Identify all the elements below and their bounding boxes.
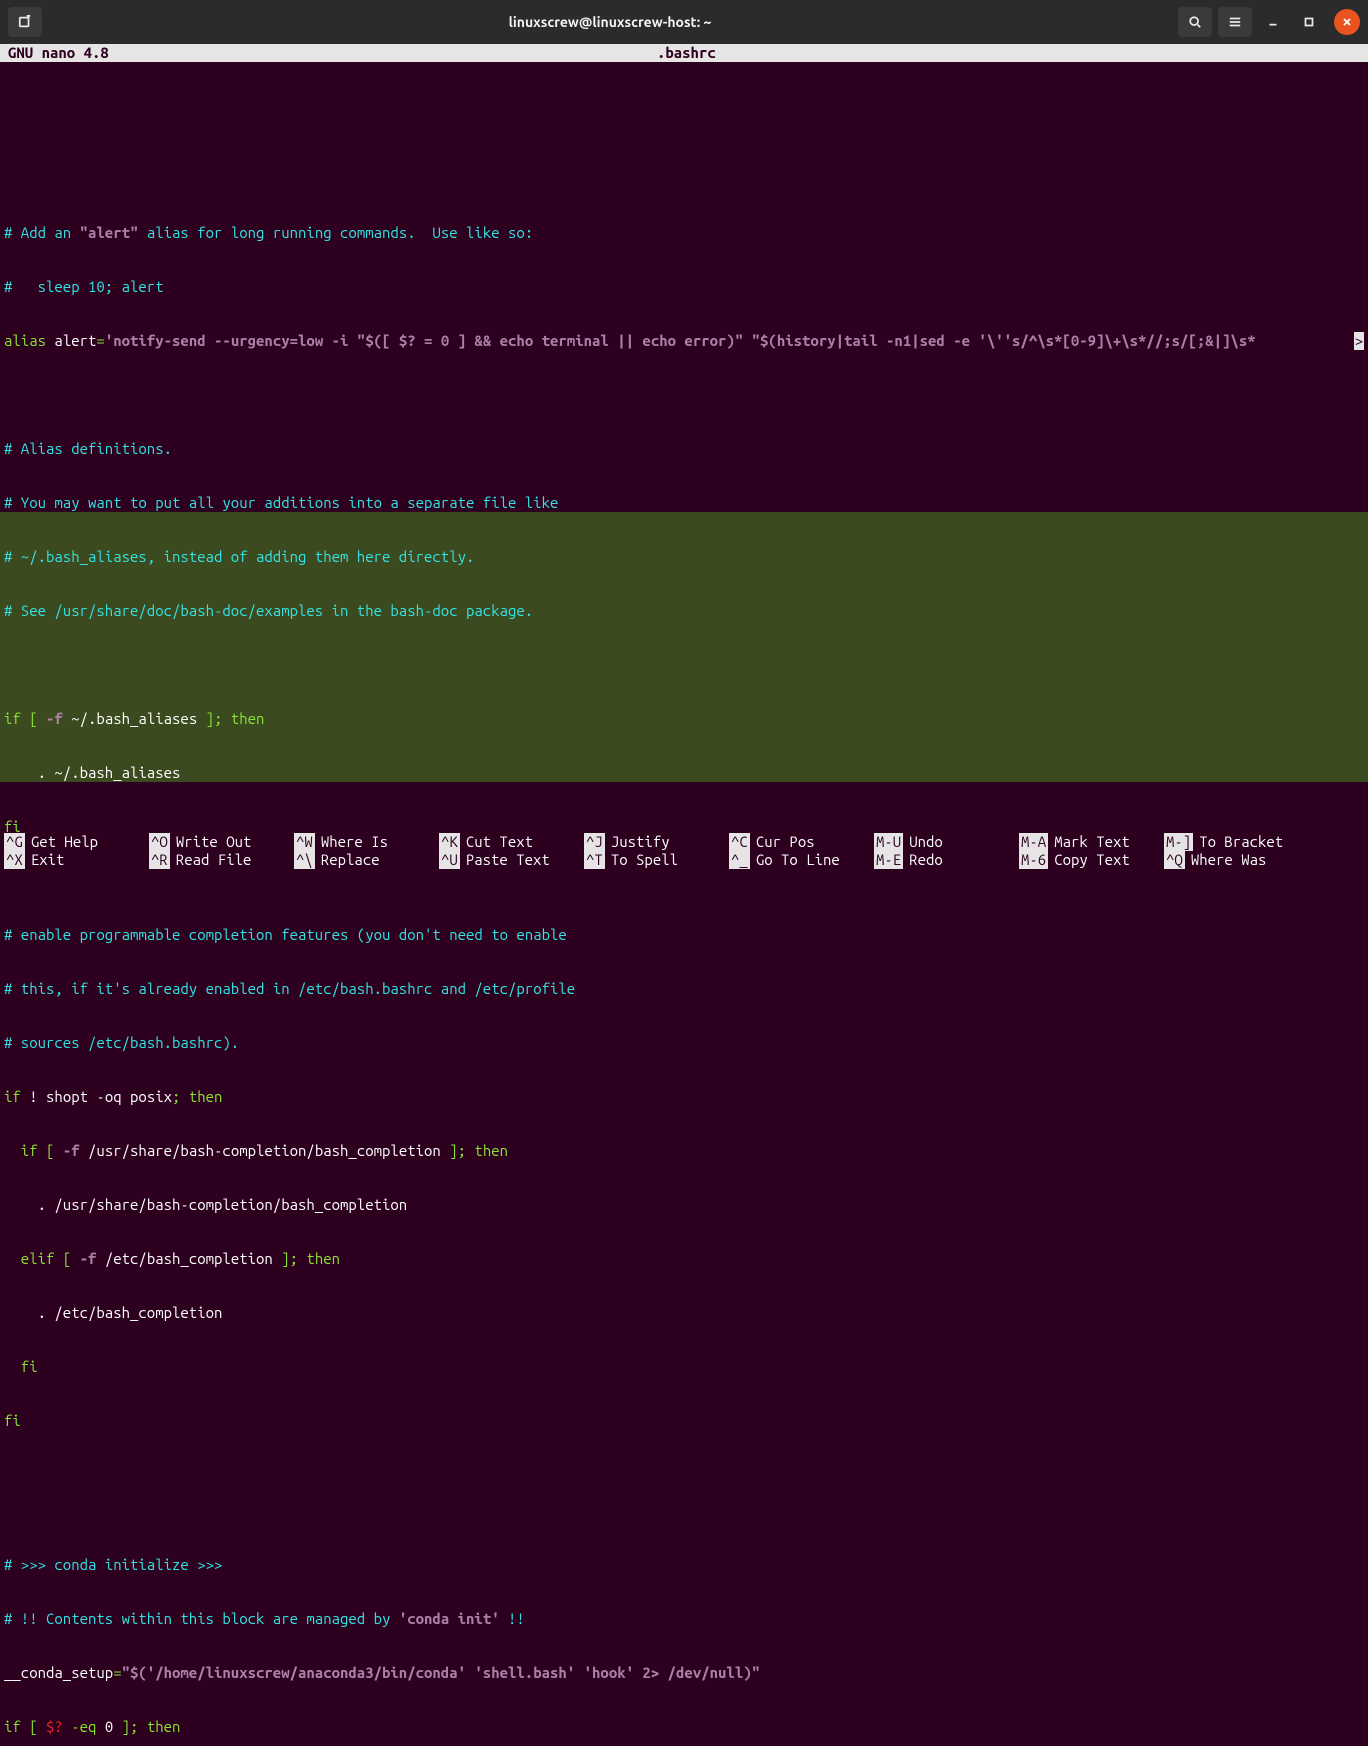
shortcut-label: Copy Text	[1054, 851, 1130, 869]
code-line: # sources /etc/bash.bashrc).	[4, 1034, 1364, 1052]
code-line: # sleep 10; alert	[4, 278, 1364, 296]
shortcut-item: ^T To Spell	[584, 851, 729, 869]
maximize-icon	[1302, 15, 1316, 29]
shortcut-key: ^Q	[1164, 851, 1185, 869]
shortcut-label: Exit	[31, 851, 65, 869]
shortcut-item: ^\ Replace	[294, 851, 439, 869]
code-line: # Alias definitions.	[4, 440, 1364, 458]
shortcut-key: M-E	[874, 851, 903, 869]
shortcut-item: ^U Paste Text	[439, 851, 584, 869]
code-line: fi	[4, 1412, 1364, 1430]
code-line: if [ -f ~/.bash_aliases ]; then	[4, 710, 1364, 728]
shortcut-item: ^Q Where Was	[1164, 851, 1309, 869]
minimize-button[interactable]	[1258, 7, 1288, 37]
search-icon	[1188, 15, 1202, 29]
shortcut-item: M-E Redo	[874, 851, 1019, 869]
code-line: . ~/.bash_aliases	[4, 764, 1364, 782]
nano-shortcut-bar: ^GGet Help^OWrite Out^WWhere Is^KCut Tex…	[0, 833, 1368, 869]
shortcut-key: ^U	[439, 851, 460, 869]
shortcut-label: Redo	[909, 851, 943, 869]
shortcut-key: ^R	[149, 851, 170, 869]
code-line: alias alert='notify-send --urgency=low -…	[4, 332, 1364, 350]
hamburger-menu-button[interactable]	[1218, 7, 1252, 37]
shortcut-key: ^_	[729, 851, 750, 869]
shortcut-item: M-6 Copy Text	[1019, 851, 1164, 869]
shortcut-key: ^\	[294, 851, 315, 869]
shortcut-label: Replace	[321, 851, 380, 869]
code-line: if ! shopt -oq posix; then	[4, 1088, 1364, 1106]
code-line: # >>> conda initialize >>>	[4, 1556, 1364, 1574]
new-tab-icon	[18, 15, 32, 29]
shortcut-label: Where Was	[1191, 851, 1267, 869]
code-line: # ~/.bash_aliases, instead of adding the…	[4, 548, 1364, 566]
code-line: if [ $? -eq 0 ]; then	[4, 1718, 1364, 1736]
code-line: # See /usr/share/doc/bash-doc/examples i…	[4, 602, 1364, 620]
hamburger-icon	[1228, 15, 1242, 29]
code-line: elif [ -f /etc/bash_completion ]; then	[4, 1250, 1364, 1268]
code-line: # You may want to put all your additions…	[4, 494, 1364, 512]
code-line: . /usr/share/bash-completion/bash_comple…	[4, 1196, 1364, 1214]
code-line: fi	[4, 1358, 1364, 1376]
shortcut-item: ^_ Go To Line	[729, 851, 874, 869]
line-overflow-marker: >	[1354, 332, 1364, 350]
shortcut-key: M-6	[1019, 851, 1048, 869]
shortcut-label: Go To Line	[756, 851, 840, 869]
close-button[interactable]	[1334, 9, 1360, 35]
code-line: __conda_setup="$('/home/linuxscrew/anaco…	[4, 1664, 1364, 1682]
nano-header-bar: GNU nano 4.8 .bashrc	[0, 44, 1368, 62]
shortcut-item: ^X Exit	[4, 851, 149, 869]
shortcut-item: ^R Read File	[149, 851, 294, 869]
code-line: # this, if it's already enabled in /etc/…	[4, 980, 1364, 998]
shortcut-label: To Spell	[611, 851, 678, 869]
code-line: # Add an "alert" alias for long running …	[4, 224, 1364, 242]
close-icon	[1341, 16, 1353, 28]
shortcut-key: ^T	[584, 851, 605, 869]
shortcut-label: Read File	[176, 851, 252, 869]
code-line: # !! Contents within this block are mana…	[4, 1610, 1364, 1628]
search-button[interactable]	[1178, 7, 1212, 37]
nano-editor[interactable]: # Add an "alert" alias for long running …	[0, 62, 1368, 1746]
nano-file-name: .bashrc	[657, 44, 716, 62]
shortcut-label: Paste Text	[466, 851, 550, 869]
new-tab-button[interactable]	[8, 7, 42, 37]
window-titlebar: linuxscrew@linuxscrew-host: ~	[0, 0, 1368, 44]
maximize-button[interactable]	[1294, 7, 1324, 37]
minimize-icon	[1266, 15, 1280, 29]
nano-app-name: GNU nano 4.8	[8, 44, 657, 62]
window-title: linuxscrew@linuxscrew-host: ~	[42, 13, 1178, 31]
code-line: # enable programmable completion feature…	[4, 926, 1364, 944]
code-line: fi	[4, 818, 1364, 836]
code-line: . /etc/bash_completion	[4, 1304, 1364, 1322]
shortcut-key: ^X	[4, 851, 25, 869]
code-line: if [ -f /usr/share/bash-completion/bash_…	[4, 1142, 1364, 1160]
